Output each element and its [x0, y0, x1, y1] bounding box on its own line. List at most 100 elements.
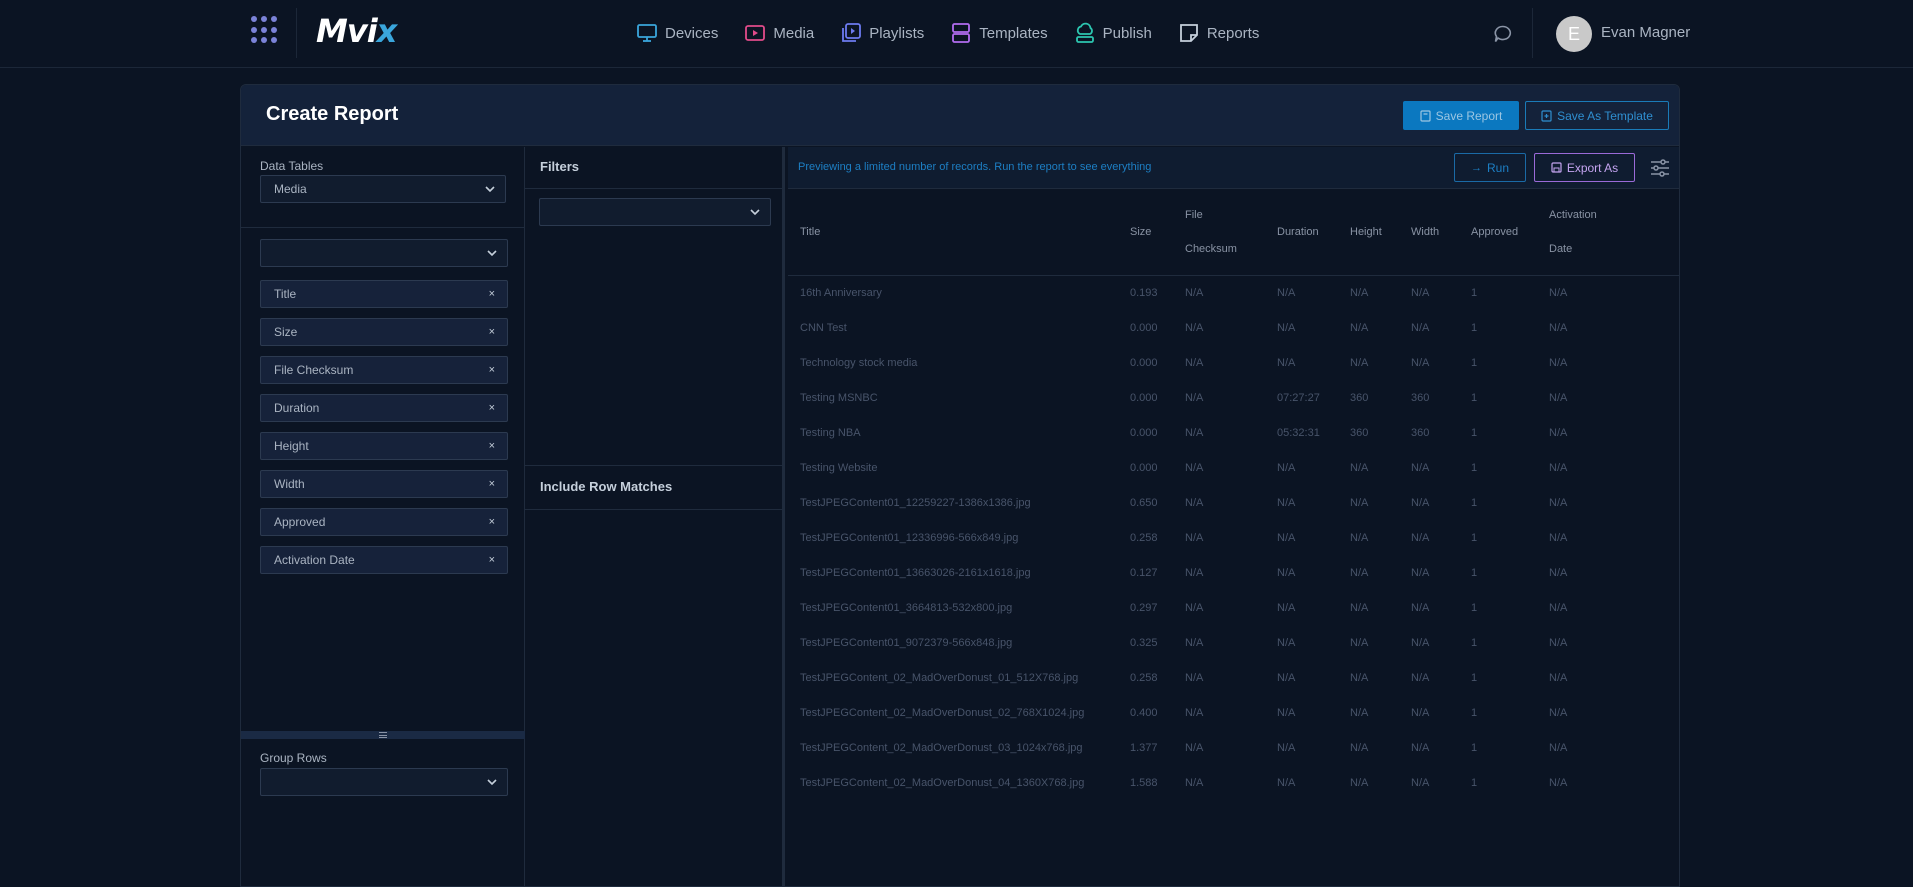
preview-notice: Previewing a limited number of records. …	[798, 161, 1152, 173]
cell-duration: N/A	[1277, 776, 1296, 789]
export-as-button[interactable]: Export As	[1534, 153, 1635, 182]
cell-duration: N/A	[1277, 531, 1296, 544]
table-row: Testing NBA 0.000 N/A 05:32:31 360 360 1 N/A	[788, 415, 1679, 450]
nav-templates[interactable]: Templates	[950, 20, 1048, 46]
header-approved[interactable]: Approved	[1459, 190, 1537, 276]
table-row: TestJPEGContent_02_MadOverDonust_01_512X…	[788, 660, 1679, 695]
data-tables-select[interactable]: Media	[260, 175, 506, 203]
header-height[interactable]: Height	[1338, 190, 1399, 276]
cell-file-checksum: N/A	[1185, 426, 1204, 439]
header-activation-date[interactable]: Activation Date	[1537, 190, 1679, 276]
cell-size: 0.000	[1130, 321, 1158, 334]
panel-splitter-handle[interactable]	[241, 731, 525, 739]
cell-duration: N/A	[1277, 461, 1296, 474]
cell-size: 0.258	[1130, 531, 1158, 544]
cell-height: N/A	[1350, 566, 1369, 579]
playlist-icon	[842, 23, 862, 42]
table-row: Testing MSNBC 0.000 N/A 07:27:27 360 360 1 N/A	[788, 380, 1679, 415]
cell-size: 0.000	[1130, 391, 1158, 404]
add-column-select[interactable]	[260, 239, 508, 267]
table-row: TestJPEGContent01_12259227-1386x1386.jpg…	[788, 485, 1679, 520]
header-width[interactable]: Width	[1399, 190, 1459, 276]
save-report-button[interactable]: Save Report	[1403, 101, 1519, 130]
group-rows-label: Group Rows	[260, 751, 327, 765]
remove-column-icon[interactable]: ×	[489, 516, 495, 528]
cell-title: TestJPEGContent01_12336996-566x849.jpg	[800, 531, 1019, 544]
cell-title: TestJPEGContent01_9072379-566x848.jpg	[800, 636, 1013, 649]
table-header-row: Title Size File Checksum Duration Height …	[788, 190, 1679, 276]
nav-media[interactable]: Media	[744, 20, 814, 46]
remove-column-icon[interactable]: ×	[489, 478, 495, 490]
cell-width: N/A	[1411, 636, 1430, 649]
header-file-checksum[interactable]: File Checksum	[1173, 190, 1265, 276]
avatar[interactable]: E	[1556, 16, 1592, 52]
cell-duration: N/A	[1277, 321, 1296, 334]
cell-activation-date: N/A	[1549, 391, 1568, 404]
header-duration[interactable]: Duration	[1265, 190, 1338, 276]
cell-approved: 1	[1471, 531, 1478, 544]
column-chip-approved: Approved ×	[260, 508, 508, 536]
divider	[241, 227, 525, 228]
cell-activation-date: N/A	[1549, 286, 1568, 299]
cell-file-checksum: N/A	[1185, 496, 1204, 509]
column-chip-size: Size ×	[260, 318, 508, 346]
nav-media-label: Media	[773, 24, 815, 42]
remove-column-icon[interactable]: ×	[489, 364, 495, 376]
cell-title: TestJPEGContent_02_MadOverDonust_02_768X…	[800, 706, 1085, 719]
cell-duration: N/A	[1277, 636, 1296, 649]
group-rows-select[interactable]	[260, 768, 508, 796]
cell-height: N/A	[1350, 356, 1369, 369]
cell-activation-date: N/A	[1549, 601, 1568, 614]
remove-column-icon[interactable]: ×	[489, 326, 495, 338]
cell-title: 16th Anniversary	[800, 286, 882, 299]
cell-file-checksum: N/A	[1185, 741, 1204, 754]
cell-approved: 1	[1471, 391, 1478, 404]
save-as-template-button[interactable]: Save As Template	[1525, 101, 1669, 130]
cell-approved: 1	[1471, 706, 1478, 719]
table-row: TestJPEGContent_02_MadOverDonust_02_768X…	[788, 695, 1679, 730]
remove-column-icon[interactable]: ×	[489, 440, 495, 452]
nav-devices[interactable]: Devices	[636, 20, 718, 46]
cell-title: Testing MSNBC	[800, 391, 878, 404]
cell-width: N/A	[1411, 706, 1430, 719]
remove-column-icon[interactable]: ×	[489, 288, 495, 300]
report-preview-table: Title Size File Checksum Duration Height …	[788, 190, 1679, 800]
cell-height: N/A	[1350, 706, 1369, 719]
cell-file-checksum: N/A	[1185, 601, 1204, 614]
preview-panel: Previewing a limited number of records. …	[788, 147, 1679, 886]
main-nav: Devices Media Playlists Templates Publis…	[636, 20, 1285, 46]
card-header: Create Report Save Report Save As Templa…	[241, 85, 1679, 146]
cell-title: TestJPEGContent01_3664813-532x800.jpg	[800, 601, 1013, 614]
nav-publish[interactable]: Publish	[1074, 20, 1152, 46]
cell-activation-date: N/A	[1549, 776, 1568, 789]
sliders-settings-icon[interactable]	[1650, 159, 1670, 177]
column-chip-activation-date: Activation Date ×	[260, 546, 508, 574]
cell-duration: N/A	[1277, 601, 1296, 614]
run-button[interactable]: → Run	[1454, 153, 1526, 182]
app-grid-icon[interactable]	[251, 16, 279, 44]
nav-devices-label: Devices	[665, 24, 719, 42]
cell-height: N/A	[1350, 741, 1369, 754]
cell-size: 0.000	[1130, 356, 1158, 369]
mvix-logo[interactable]: Mvix	[316, 12, 397, 50]
nav-reports[interactable]: Reports	[1178, 20, 1259, 46]
cell-title: TestJPEGContent_02_MadOverDonust_04_1360…	[800, 776, 1085, 789]
column-chip-width: Width ×	[260, 470, 508, 498]
header-size[interactable]: Size	[1118, 190, 1173, 276]
remove-column-icon[interactable]: ×	[489, 402, 495, 414]
chat-icon[interactable]	[1493, 24, 1513, 44]
cell-width: N/A	[1411, 601, 1430, 614]
remove-column-icon[interactable]: ×	[489, 554, 495, 566]
table-row: TestJPEGContent01_3664813-532x800.jpg 0.2…	[788, 590, 1679, 625]
header-title[interactable]: Title	[788, 190, 1118, 276]
columns-panel: Data Tables Media Title × Size × File Chec…	[241, 147, 525, 886]
cell-activation-date: N/A	[1549, 356, 1568, 369]
cell-height: N/A	[1350, 461, 1369, 474]
cell-size: 0.000	[1130, 426, 1158, 439]
nav-playlists[interactable]: Playlists	[840, 20, 924, 46]
cell-height: N/A	[1350, 776, 1369, 789]
cell-height: N/A	[1350, 496, 1369, 509]
preview-toolbar: Previewing a limited number of records. …	[788, 147, 1679, 189]
user-name[interactable]: Evan Magner	[1601, 24, 1690, 41]
filter-select[interactable]	[539, 198, 771, 226]
